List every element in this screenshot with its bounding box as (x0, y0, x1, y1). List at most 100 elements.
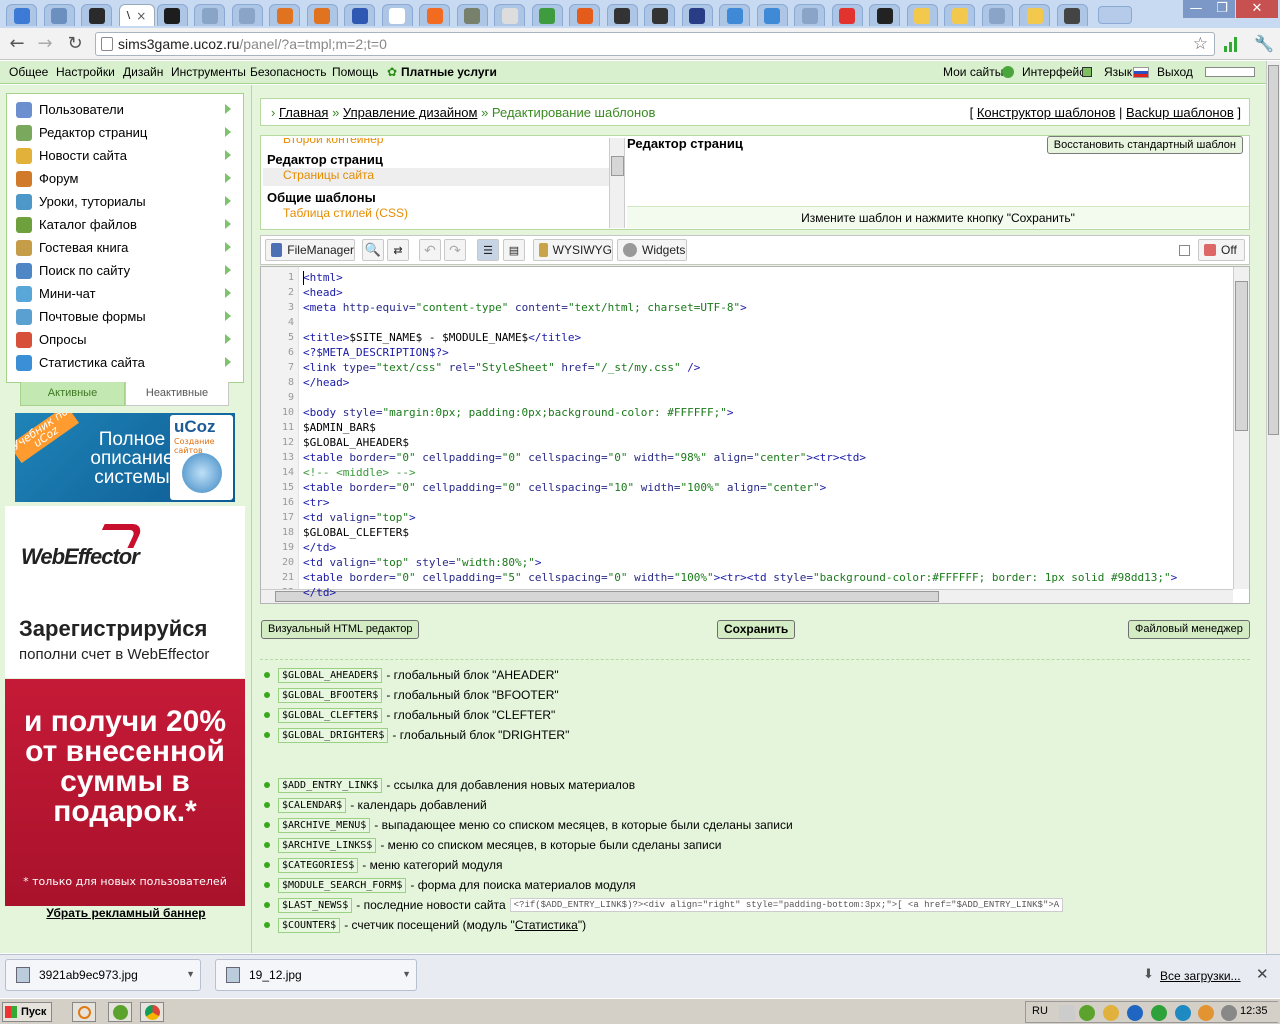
code-line[interactable]: <table border="0" cellpadding="0" cellsp… (303, 481, 826, 494)
template-list[interactable]: Второй контейнер Редактор страниц Страницы… (263, 138, 625, 228)
menu-paid-services[interactable]: Платные услуги (401, 65, 497, 79)
tray-app-icon[interactable] (1175, 1005, 1191, 1021)
browser-tab[interactable] (344, 4, 375, 26)
wrap-icon[interactable]: ▤ (503, 239, 525, 261)
code-line[interactable]: <table border="0" cellpadding="5" cellsp… (303, 571, 1177, 584)
sidebar-item[interactable]: Гостевая книга (7, 236, 243, 259)
toggle-checkbox[interactable] (1179, 245, 1190, 256)
tray-app-icon[interactable] (1198, 1005, 1214, 1021)
scrollbar-thumb[interactable] (1268, 65, 1279, 435)
code-snippet[interactable]: <?if($ADD_ENTRY_LINK$)?><div align="righ… (509, 898, 1064, 912)
minimize-icon[interactable]: — (1183, 0, 1209, 18)
replace-icon[interactable]: ⇄ (387, 239, 409, 261)
sidebar-item[interactable]: Редактор страниц (7, 121, 243, 144)
menu-logout[interactable]: Выход (1157, 65, 1193, 79)
browser-tab[interactable] (194, 4, 225, 26)
interface-checkbox[interactable] (1082, 67, 1092, 77)
sidebar-item[interactable]: Каталог файлов (7, 213, 243, 236)
browser-tab[interactable] (944, 4, 975, 26)
variable-code[interactable]: $GLOBAL_AHEADER$ (278, 667, 383, 683)
sidebar-item[interactable]: Поиск по сайту (7, 259, 243, 282)
browser-tab[interactable] (43, 4, 75, 26)
download-item[interactable]: 3921ab9ec973.jpg ▼ (5, 959, 201, 991)
sidebar-item[interactable]: Мини-чат (7, 282, 243, 305)
template-item[interactable]: Страницы сайта (283, 168, 374, 182)
browser-tab[interactable] (456, 4, 488, 26)
code-line[interactable]: $ADMIN_BAR$ (303, 421, 376, 434)
ucoz-tutorial-banner[interactable]: Учебник по uCoz Полное описание системы … (15, 413, 235, 502)
close-window-icon[interactable]: ✕ (1236, 0, 1278, 18)
browser-tab[interactable] (81, 4, 112, 26)
taskbar-chrome-icon[interactable] (140, 1002, 164, 1022)
menu-help[interactable]: Помощь (332, 65, 378, 79)
menu-tools[interactable]: Инструменты (171, 65, 246, 79)
browser-tab[interactable] (831, 4, 863, 26)
variable-code[interactable]: $ADD_ENTRY_LINK$ (278, 777, 383, 793)
menu-language[interactable]: Язык (1104, 65, 1132, 79)
dropdown-arrow-icon[interactable]: ▼ (402, 969, 411, 979)
code-line[interactable]: <tr> (303, 496, 330, 509)
template-constructor-link[interactable]: Конструктор шаблонов (977, 105, 1116, 120)
browser-tab[interactable] (756, 4, 788, 26)
scrollbar-thumb[interactable] (611, 156, 624, 176)
variable-code[interactable]: $CATEGORIES$ (278, 857, 359, 873)
browser-tab[interactable] (794, 4, 825, 26)
sidebar-item[interactable]: Статистика сайта (7, 351, 243, 374)
code-line[interactable]: </td> (303, 541, 336, 554)
close-icon[interactable]: ✕ (1256, 965, 1269, 983)
browser-tab[interactable] (156, 4, 188, 26)
variable-code[interactable]: $GLOBAL_BFOOTER$ (278, 687, 383, 703)
off-button[interactable]: Off (1198, 239, 1245, 261)
code-line[interactable]: <?$META_DESCRIPTION$?> (303, 346, 449, 359)
variable-code[interactable]: $GLOBAL_DRIGHTER$ (278, 727, 389, 743)
code-line[interactable]: <meta http-equiv="content-type" content=… (303, 301, 747, 314)
find-icon[interactable]: 🔍 (362, 239, 384, 261)
menu-my-sites[interactable]: Мои сайты (943, 65, 1003, 79)
undo-icon[interactable]: ↶ (419, 239, 441, 261)
template-list-scrollbar[interactable] (609, 138, 624, 228)
browser-tab[interactable] (1019, 4, 1050, 26)
line-numbers-icon[interactable]: ☰ (477, 239, 499, 261)
sidebar-item[interactable]: Уроки, туториалы (7, 190, 243, 213)
maximize-icon[interactable]: ❐ (1209, 0, 1235, 18)
file-manager-button[interactable]: Файловый менеджер (1128, 620, 1250, 639)
quicklaunch-settings-icon[interactable] (108, 1002, 132, 1022)
editor-vertical-scrollbar[interactable] (1233, 267, 1249, 589)
menu-interface[interactable]: Интерфейс (1022, 65, 1085, 79)
editor-horizontal-scrollbar[interactable] (261, 589, 1233, 603)
language-indicator[interactable]: RU (1032, 1005, 1048, 1017)
remove-banner-link[interactable]: Убрать рекламный баннер (0, 906, 252, 920)
template-item[interactable]: Таблица стилей (CSS) (283, 206, 408, 220)
sidebar-item[interactable]: Пользователи (7, 98, 243, 121)
sidebar-item[interactable]: Форум (7, 167, 243, 190)
browser-tab[interactable] (681, 4, 713, 26)
scrollbar-thumb[interactable] (1235, 281, 1248, 431)
wrench-icon[interactable]: 🔧 (1254, 34, 1274, 53)
browser-tab[interactable] (419, 4, 450, 26)
filemanager-button[interactable]: FileManager (265, 239, 355, 261)
browser-tab[interactable] (606, 4, 638, 26)
wysiwyg-button[interactable]: WYSIWYG (533, 239, 613, 261)
breadcrumb-home[interactable]: Главная (279, 105, 328, 120)
variable-code[interactable]: $CALENDAR$ (278, 797, 347, 813)
save-button[interactable]: Сохранить (717, 620, 796, 639)
new-tab-button[interactable] (1098, 6, 1132, 24)
code-line[interactable]: <td valign="top"> (303, 511, 416, 524)
code-line[interactable]: <title>$SITE_NAME$ - $MODULE_NAME$</titl… (303, 331, 581, 344)
quicklaunch-mail-icon[interactable] (72, 1002, 96, 1022)
code-line[interactable]: <html> (303, 271, 343, 284)
browser-tab[interactable] (569, 4, 600, 26)
tray-app-icon[interactable] (1151, 1005, 1167, 1021)
browser-tab[interactable] (981, 4, 1013, 26)
all-downloads-link[interactable]: Все загрузки... (1160, 969, 1241, 983)
browser-tab[interactable] (869, 4, 900, 26)
tray-app-icon[interactable] (1079, 1005, 1095, 1021)
tray-app-icon[interactable] (1127, 1005, 1143, 1021)
forward-icon[interactable]: → (34, 33, 56, 55)
sidebar-item[interactable]: Почтовые формы (7, 305, 243, 328)
template-backup-link[interactable]: Backup шаблонов (1126, 105, 1234, 120)
url-bar[interactable]: sims3game.ucoz.ru/panel/?a=tmpl;m=2;t=0 … (95, 32, 1215, 56)
breadcrumb-design[interactable]: Управление дизайном (343, 105, 478, 120)
variable-code[interactable]: $LAST_NEWS$ (278, 897, 353, 913)
russia-flag-icon[interactable] (1133, 67, 1149, 78)
